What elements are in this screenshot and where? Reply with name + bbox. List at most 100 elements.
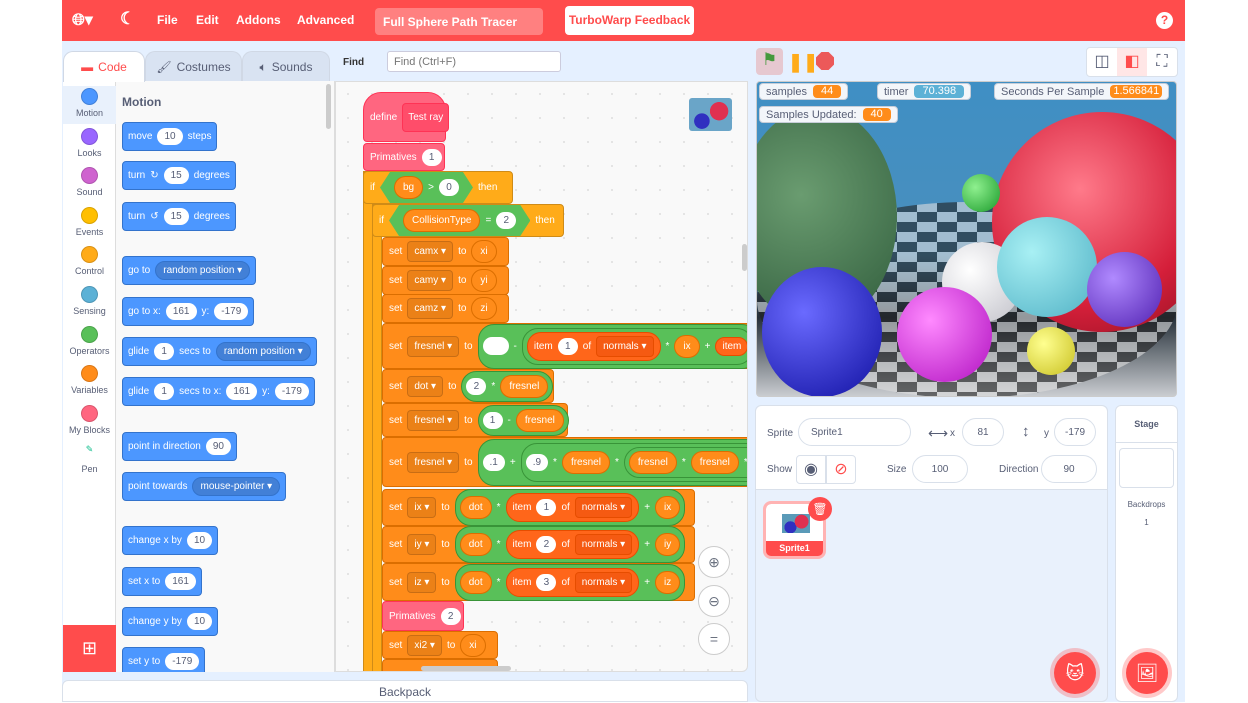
operator-reporter[interactable]: fresnel * fresnel *	[623, 446, 747, 478]
number-input[interactable]: 10	[186, 532, 213, 549]
size-input[interactable]: 100	[912, 455, 968, 483]
operator-reporter[interactable]: dot * item 1 of normals ▾ + ix	[454, 489, 686, 526]
list-item-reporter[interactable]: item 1 of normals ▾	[505, 493, 640, 522]
number-input[interactable]: 10	[157, 128, 183, 145]
palette-block[interactable]: set y to -179	[122, 647, 206, 672]
palette-block[interactable]: set x to 161	[122, 567, 202, 596]
add-sprite-button[interactable]: 🐱︎	[1054, 652, 1096, 694]
category-looks[interactable]: Looks	[63, 126, 116, 164]
number-input[interactable]: 15	[163, 208, 189, 225]
project-title-input[interactable]: Full Sphere Path Tracer	[375, 8, 543, 35]
custom-block-call[interactable]: Primatives 1	[363, 143, 445, 171]
script-area[interactable]: ⊕ ⊖ = define Test ray Primatives 1 if bg >0 the…	[335, 81, 748, 672]
list-dropdown[interactable]: normals ▾	[596, 335, 654, 357]
if-block[interactable]: if CollisionType = 2 then	[372, 204, 564, 237]
variable-reporter[interactable]: iy	[655, 533, 681, 556]
number-input[interactable]: 2	[440, 607, 461, 625]
palette-block[interactable]: change x by 10	[122, 526, 219, 555]
operator-reporter[interactable]: dot * item 2 of normals ▾ + iy	[454, 526, 686, 563]
palette-block[interactable]: glide 1 secs to x: 161 y: -179	[122, 377, 315, 406]
comparison-operator[interactable]: CollisionType = 2	[389, 205, 530, 236]
palette-block[interactable]: point towards mouse-pointer ▾	[122, 472, 287, 501]
palette-block[interactable]: glide 1 secs to random position ▾	[122, 337, 317, 366]
tab-costumes[interactable]: 🖌︎ Costumes	[145, 51, 242, 82]
menu-edit[interactable]: Edit	[196, 13, 219, 27]
variable-dropdown[interactable]: camy ▾	[407, 270, 454, 291]
variable-reporter[interactable]: fresnel	[515, 408, 564, 432]
language-globe-icon[interactable]: 🌐︎▾	[72, 10, 93, 30]
number-input[interactable]: .9	[525, 453, 549, 471]
set-variable-block[interactable]: set fresnel ▾ to .1 + .9 * fresnel * fresnel * fres…	[382, 437, 747, 487]
number-input[interactable]: 10	[186, 613, 213, 630]
variable-reporter[interactable]: yi	[471, 269, 497, 292]
number-input[interactable]: -179	[274, 383, 309, 400]
variable-reporter[interactable]: dot	[459, 533, 492, 556]
x-input[interactable]: 81	[962, 418, 1004, 446]
backpack[interactable]: Backpack	[62, 680, 748, 702]
set-variable-block[interactable]: set iy ▾ to dot * item 2 of normals ▾ + iy	[382, 526, 695, 563]
number-input[interactable]: 1	[536, 499, 557, 516]
operator-reporter[interactable]: 1- fresnel	[477, 404, 569, 436]
palette-scrollbar[interactable]	[326, 84, 331, 129]
number-input[interactable]: -179	[214, 303, 249, 320]
variable-reporter[interactable]: fresnel	[690, 450, 739, 474]
palette-block[interactable]: turn ↺ 15 degrees	[122, 202, 236, 231]
category-my-blocks[interactable]: My Blocks	[63, 403, 116, 441]
comparison-operator[interactable]: bg >0	[380, 172, 473, 203]
variable-reporter[interactable]: fresnel	[628, 450, 677, 474]
variable-reporter[interactable]: zi	[471, 297, 497, 320]
number-input[interactable]: 2	[496, 212, 516, 229]
category-pen[interactable]: ✎ Pen	[63, 442, 116, 480]
empty-input[interactable]	[482, 337, 509, 355]
custom-block-call[interactable]: Primatives 2	[382, 601, 464, 631]
list-item-reporter[interactable]: item 3 of normals ▾	[505, 567, 640, 597]
category-variables[interactable]: Variables	[63, 363, 116, 401]
theme-moon-icon[interactable]: ☾	[120, 9, 135, 29]
large-stage-button[interactable]: ◧	[1117, 48, 1147, 76]
variable-reporter[interactable]: bg	[394, 176, 423, 199]
help-icon[interactable]: ?	[1156, 12, 1173, 29]
operator-reporter[interactable]: dot * item 3 of normals ▾ + iz	[454, 563, 686, 601]
zoom-reset-button[interactable]: =	[698, 623, 730, 655]
variable-reporter[interactable]: iz	[655, 570, 681, 594]
variable-dropdown[interactable]: iy ▾	[407, 534, 437, 555]
operator-reporter[interactable]: .1 + .9 * fresnel * fresnel * fresnel *	[477, 438, 747, 486]
palette-block[interactable]: turn ↻ 15 degrees	[122, 161, 236, 190]
number-input[interactable]: 1	[482, 411, 503, 429]
menu-addons[interactable]: Addons	[236, 13, 281, 27]
add-extension-button[interactable]: ⊞	[63, 625, 116, 672]
set-variable-block[interactable]: set ix ▾ to dot * item 1 of normals ▾ + ix	[382, 489, 695, 526]
palette-block[interactable]: go to random position ▾	[122, 256, 257, 285]
stage-canvas[interactable]: samples 44 timer 70.398 Seconds Per Sample…	[756, 81, 1177, 397]
show-visible-button[interactable]: ◉	[796, 455, 826, 484]
set-variable-block[interactable]: set xi2 ▾ to xi	[382, 631, 498, 659]
number-input[interactable]: 1	[557, 337, 578, 355]
variable-dropdown[interactable]: camz ▾	[407, 298, 454, 319]
palette-block[interactable]: go to x: 161 y: -179	[122, 297, 255, 326]
menu-file[interactable]: File	[157, 13, 178, 27]
variable-reporter[interactable]: dot	[459, 496, 492, 519]
menu-dropdown[interactable]: random position ▾	[215, 342, 311, 361]
number-input[interactable]: .1	[482, 453, 505, 471]
horizontal-scrollbar[interactable]	[421, 666, 511, 671]
palette-block[interactable]: point in direction 90	[122, 432, 237, 461]
list-dropdown[interactable]: normals ▾	[574, 571, 633, 593]
find-input[interactable]	[387, 51, 561, 72]
set-variable-block[interactable]: set iz ▾ to dot * item 3 of normals ▾ + iz	[382, 563, 695, 601]
direction-input[interactable]: 90	[1041, 455, 1097, 483]
variable-reporter[interactable]: fresnel	[561, 450, 610, 474]
variable-reporter[interactable]: CollisionType	[403, 209, 480, 232]
category-events[interactable]: Events	[63, 205, 116, 243]
number-input[interactable]: 1	[154, 383, 175, 400]
monitor-samples-updated[interactable]: Samples Updated: 40	[759, 106, 898, 123]
operator-reporter[interactable]: 2 * fresnel	[461, 370, 554, 402]
category-control[interactable]: Control	[63, 244, 116, 282]
operator-reporter[interactable]: item 1 of normals ▾ * ix + item	[521, 327, 747, 365]
set-variable-block[interactable]: set dot ▾ to 2 * fresnel	[382, 369, 554, 403]
number-input[interactable]: 0	[439, 179, 459, 196]
number-input[interactable]: 2	[466, 377, 487, 395]
set-variable-block[interactable]: set fresnel ▾ to - item 1 of normals ▾ * ix + item	[382, 323, 747, 369]
add-backdrop-button[interactable]: 🖼︎	[1126, 652, 1168, 694]
set-variable-block[interactable]: set camz ▾ to zi	[382, 294, 509, 323]
sprite-name-input[interactable]: Sprite1	[798, 418, 911, 446]
